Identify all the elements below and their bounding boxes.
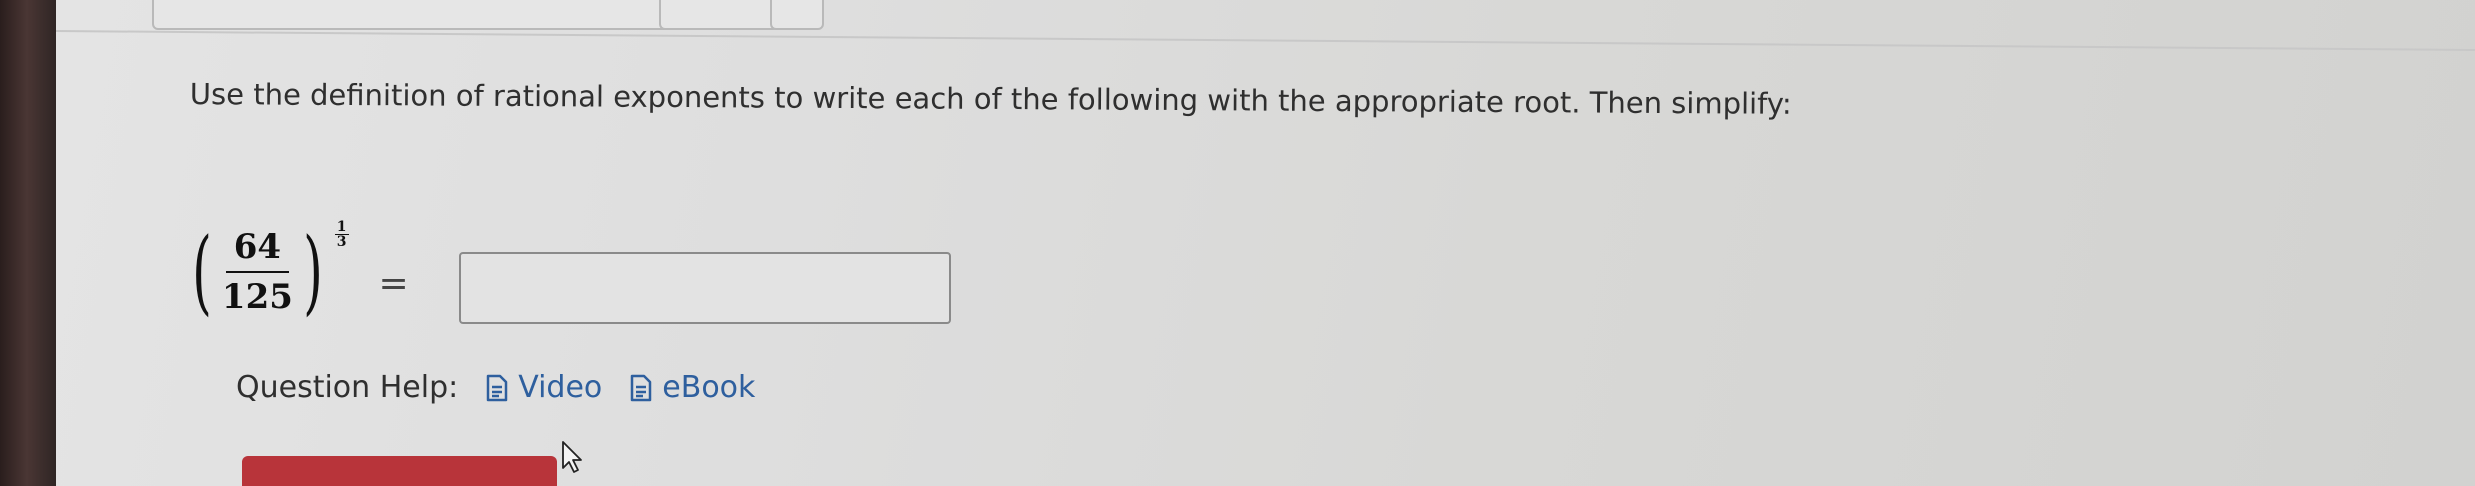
exponent-numerator: 1 <box>334 219 349 235</box>
base-fraction: 64 125 <box>214 227 301 317</box>
question-instruction: Use the definition of rational exponents… <box>189 76 1792 121</box>
left-paren: ( <box>192 218 212 325</box>
ebook-link[interactable]: eBook <box>630 370 755 405</box>
mouse-cursor-icon <box>562 441 582 473</box>
question-help-label: Question Help: <box>236 370 459 405</box>
document-icon <box>486 374 508 401</box>
question-screen: Use the definition of rational exponents… <box>56 0 2475 486</box>
exponent-fraction: 1 3 <box>334 219 349 250</box>
section-divider <box>56 30 2475 51</box>
submit-button[interactable] <box>242 456 557 486</box>
top-small-box-2[interactable] <box>770 0 824 30</box>
question-help: Question Help: Video eBook <box>236 370 755 405</box>
document-icon <box>631 374 652 401</box>
top-input-box[interactable] <box>152 0 696 30</box>
top-small-box[interactable] <box>659 0 779 30</box>
right-paren: ) <box>302 218 323 325</box>
base-denominator: 125 <box>221 277 293 317</box>
exponent-denominator: 3 <box>336 234 347 250</box>
math-expression: ( 64 125 ) 1 3 = <box>184 212 409 332</box>
monitor-bezel <box>0 0 60 486</box>
answer-input[interactable] <box>459 252 951 324</box>
ebook-link-label: eBook <box>662 370 756 405</box>
equals-sign: = <box>378 262 409 304</box>
base-numerator: 64 <box>225 227 290 273</box>
video-link-label: Video <box>518 370 603 405</box>
video-link[interactable]: Video <box>486 370 602 405</box>
